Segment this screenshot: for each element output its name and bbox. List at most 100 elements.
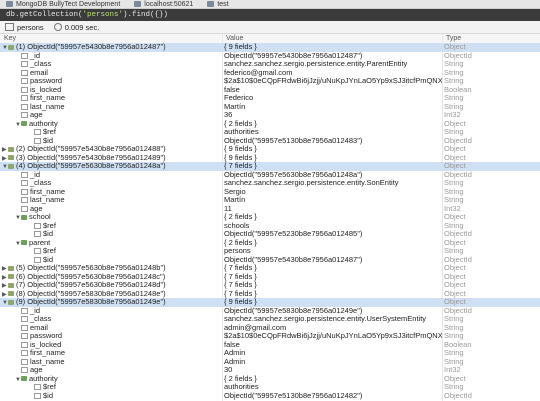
row-type: String bbox=[444, 349, 464, 357]
tree-row[interactable]: ▼ (4) ObjectId("59957e5630b8e7956a01248a"… bbox=[0, 162, 540, 171]
results-tree: ▼ (1) ObjectId("59957e5430b8e7956a012487"… bbox=[0, 43, 540, 400]
field-icon bbox=[21, 61, 28, 68]
row-value: authorities bbox=[224, 383, 259, 391]
document-icon bbox=[8, 291, 14, 297]
tree-row[interactable]: ▼ authority{ 2 fields } Object bbox=[0, 375, 540, 384]
tree-row[interactable]: ▶ (5) ObjectId("59957e5630b8e7956a01248b"… bbox=[0, 264, 540, 273]
row-type: ObjectId bbox=[444, 306, 472, 315]
query-editor[interactable]: db.getCollection('persons').find({}) bbox=[0, 9, 540, 21]
row-key: $id bbox=[43, 391, 54, 400]
tree-row[interactable]: ▼ school{ 2 fields } Object bbox=[0, 213, 540, 222]
row-key: email bbox=[30, 68, 48, 77]
row-value: persons bbox=[224, 247, 251, 255]
tree-row[interactable]: email federico@gmail.com String bbox=[0, 69, 540, 78]
row-key-cell: password bbox=[0, 332, 237, 341]
field-icon bbox=[21, 188, 28, 195]
tree-row[interactable]: is_locked false Boolean bbox=[0, 86, 540, 95]
tree-row[interactable]: ▶ (6) ObjectId("59957e5630b8e7956a01248c"… bbox=[0, 273, 540, 282]
row-key: (8) ObjectId("59957e5830b8e7956a01248e") bbox=[16, 289, 166, 298]
tree-row[interactable]: ▼ (1) ObjectId("59957e5430b8e7956a012487"… bbox=[0, 43, 540, 52]
row-type: String bbox=[444, 77, 464, 85]
row-value: 36 bbox=[224, 111, 233, 119]
tree-row[interactable]: age 30 Int32 bbox=[0, 366, 540, 375]
tree-row[interactable]: $id ObjectId("59957e5130b8e7956a012482") O… bbox=[0, 392, 540, 401]
row-value: sanchez.sanchez.sergio.persistence.entit… bbox=[224, 315, 427, 323]
tree-row[interactable]: last_name Martín String bbox=[0, 103, 540, 112]
query-suffix: ).find({}) bbox=[123, 11, 169, 19]
tree-row[interactable]: age 36 Int32 bbox=[0, 111, 540, 120]
field-icon bbox=[21, 333, 28, 340]
column-type[interactable]: Type bbox=[446, 34, 461, 43]
database-icon bbox=[207, 1, 215, 7]
row-key: age bbox=[30, 366, 43, 374]
tree-row[interactable]: $ref persons String bbox=[0, 247, 540, 256]
tree-row[interactable]: email admin@gmail.com String bbox=[0, 324, 540, 333]
row-value: { 2 fields } bbox=[224, 238, 257, 247]
tree-row[interactable]: $id ObjectId("59957e5130b8e7956a012483") O… bbox=[0, 137, 540, 146]
tab-host[interactable]: localhost:50621 bbox=[134, 1, 193, 8]
row-value: authorities bbox=[224, 128, 259, 136]
field-icon bbox=[21, 180, 28, 187]
field-icon bbox=[21, 358, 28, 365]
tree-row[interactable]: _id ObjectId("59957e5830b8e7956a01249e") O… bbox=[0, 307, 540, 316]
tree-row[interactable]: first_name Sergio String bbox=[0, 188, 540, 197]
tree-row[interactable]: $id ObjectId("59957e5430b8e7956a012487") O… bbox=[0, 256, 540, 265]
tree-row[interactable]: _id ObjectId("59957e5630b8e7956a01248a") O… bbox=[0, 171, 540, 180]
tree-row[interactable]: _class sanchez.sanchez.sergio.persistence… bbox=[0, 179, 540, 188]
tree-row[interactable]: $ref authorities String bbox=[0, 383, 540, 392]
row-type: String bbox=[444, 179, 464, 187]
row-key: last_name bbox=[30, 357, 65, 366]
tree-row[interactable]: _id ObjectId("59957e5430b8e7956a012487") O… bbox=[0, 52, 540, 61]
tree-row[interactable]: password $2a$10$0eCQpFRdwBi6jJzjj/uNuKpJY… bbox=[0, 77, 540, 86]
tree-row[interactable]: first_name Federico String bbox=[0, 94, 540, 103]
row-key-cell: _id bbox=[0, 171, 237, 180]
row-value: sanchez.sanchez.sergio.persistence.entit… bbox=[224, 179, 399, 187]
row-key: password bbox=[30, 77, 63, 85]
tree-row[interactable]: _class sanchez.sanchez.sergio.persistence… bbox=[0, 60, 540, 69]
tree-row[interactable]: ▶ (2) ObjectId("59957e5430b8e7956a012488"… bbox=[0, 145, 540, 154]
tree-row[interactable]: $ref schools String bbox=[0, 222, 540, 231]
row-type: Object bbox=[444, 281, 466, 289]
row-key: $id bbox=[43, 255, 54, 264]
row-key: (2) ObjectId("59957e5430b8e7956a012488") bbox=[16, 145, 166, 153]
row-value: admin@gmail.com bbox=[224, 323, 287, 332]
row-key: (4) ObjectId("59957e5630b8e7956a01248a") bbox=[16, 162, 166, 170]
tree-row[interactable]: last_name Admin String bbox=[0, 358, 540, 367]
row-key: _id bbox=[30, 170, 41, 179]
field-icon bbox=[21, 78, 28, 85]
tree-row[interactable]: ▶ (3) ObjectId("59957e5430b8e7956a012489"… bbox=[0, 154, 540, 163]
tree-row[interactable]: ▼ (9) ObjectId("59957e5830b8e7956a01249e"… bbox=[0, 298, 540, 307]
row-type: Boolean bbox=[444, 340, 472, 349]
row-value: Martín bbox=[224, 102, 246, 111]
column-key[interactable]: Key bbox=[4, 34, 16, 43]
tree-row[interactable]: $id ObjectId("59957e5230b8e7956a012485") O… bbox=[0, 230, 540, 239]
row-key: first_name bbox=[30, 349, 66, 357]
tree-row[interactable]: age 11 Int32 bbox=[0, 205, 540, 214]
tree-row[interactable]: ▼ authority{ 2 fields } Object bbox=[0, 120, 540, 129]
tree-row[interactable]: ▶ (8) ObjectId("59957e5830b8e7956a01248e"… bbox=[0, 290, 540, 299]
tree-row[interactable]: first_name Admin String bbox=[0, 349, 540, 358]
row-key-cell: _id bbox=[0, 307, 237, 316]
row-value: Admin bbox=[224, 349, 246, 357]
tab-connection[interactable]: MongoDB BullyTect Development bbox=[6, 1, 120, 8]
tree-row[interactable]: $ref authorities String bbox=[0, 128, 540, 137]
row-value: Martín bbox=[224, 196, 246, 204]
tree-row[interactable]: password $2a$10$0eCQpFRdwBi6jJzjj/uNuKpJY… bbox=[0, 332, 540, 341]
field-icon bbox=[34, 392, 41, 399]
document-icon bbox=[8, 163, 14, 169]
row-key: $id bbox=[43, 136, 54, 145]
row-key-cell: first_name bbox=[0, 349, 237, 358]
document-icon bbox=[8, 299, 14, 305]
tree-row[interactable]: _class sanchez.sanchez.sergio.persistence… bbox=[0, 315, 540, 324]
tree-row[interactable]: is_locked false Boolean bbox=[0, 341, 540, 350]
row-key-cell: $ref bbox=[0, 383, 250, 392]
document-icon bbox=[8, 274, 14, 280]
tab-database[interactable]: test bbox=[207, 1, 229, 8]
row-key: $ref bbox=[43, 221, 56, 230]
column-value[interactable]: Value bbox=[226, 34, 243, 43]
tree-row[interactable]: ▼ parent{ 2 fields } Object bbox=[0, 239, 540, 248]
field-icon bbox=[34, 256, 41, 263]
tree-row[interactable]: last_name Martín String bbox=[0, 196, 540, 205]
row-key-cell: email bbox=[0, 324, 237, 333]
tree-row[interactable]: ▶ (7) ObjectId("59957e5630b8e7956a01248d"… bbox=[0, 281, 540, 290]
